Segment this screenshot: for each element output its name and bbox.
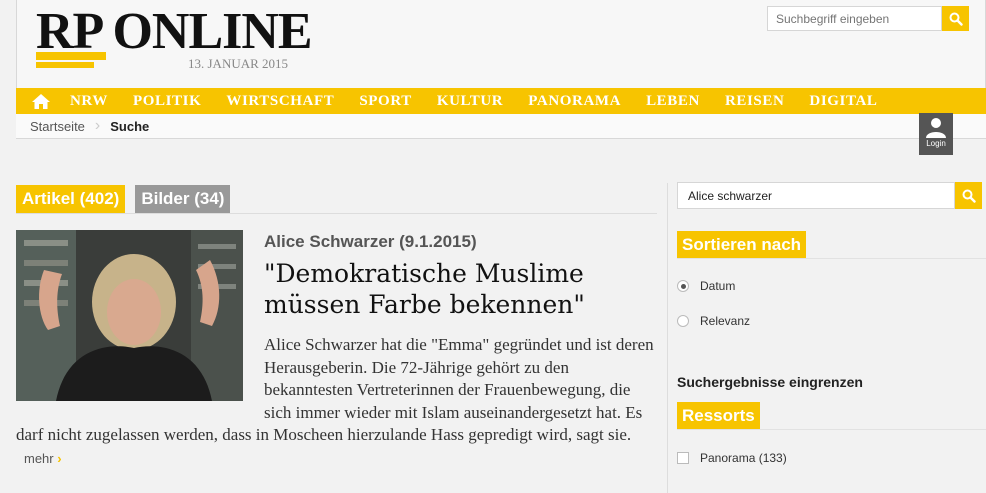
logo-accent-bar — [36, 52, 106, 60]
result-tabs: Artikel (402) Bilder (34) — [16, 185, 240, 213]
nav-item-kultur[interactable]: KULTUR — [437, 93, 503, 110]
sort-option-relevanz[interactable]: Relevanz — [677, 314, 750, 328]
ressort-option-panorama-label: Panorama (133) — [700, 451, 787, 465]
article-kicker: Alice Schwarzer (9.1.2015) — [264, 232, 477, 251]
header-date: 13. JANUAR 2015 — [188, 56, 289, 71]
article-teaser: Alice Schwarzer hat die "Emma" gegründet… — [16, 334, 656, 470]
sidebar-divider — [667, 183, 668, 493]
breadcrumb: Startseite › Suche — [16, 114, 986, 138]
header-search-button[interactable] — [942, 6, 969, 31]
article-headline[interactable]: "Demokratische Muslime müssen Farbe beke… — [264, 258, 654, 320]
login-button[interactable]: Login — [919, 113, 953, 155]
breadcrumb-separator-icon: › — [94, 117, 101, 134]
breadcrumb-startseite[interactable]: Startseite — [16, 119, 85, 134]
ressort-option-panorama[interactable]: Panorama (133) — [677, 451, 787, 465]
rp-online-logo[interactable]: RP ONLINE 13. JANUAR 2015 — [36, 4, 316, 71]
tabs-divider — [16, 213, 657, 214]
search-icon — [962, 189, 976, 203]
header-search-input[interactable] — [767, 6, 942, 31]
more-link[interactable]: mehr › — [24, 451, 62, 466]
ressorts-heading-rule — [677, 429, 986, 430]
logo-accent-bar-2 — [36, 62, 94, 68]
nav-item-sport[interactable]: SPORT — [359, 93, 411, 110]
sort-heading-rule — [677, 258, 986, 259]
sidebar-search — [677, 182, 982, 209]
nav-item-digital[interactable]: DIGITAL — [809, 93, 877, 110]
nav-item-politik[interactable]: POLITIK — [133, 93, 201, 110]
nav-item-reisen[interactable]: REISEN — [725, 93, 784, 110]
header-search — [767, 6, 969, 31]
checkbox-panorama[interactable] — [677, 452, 689, 464]
radio-selected-dot — [680, 283, 686, 289]
nav-item-nrw[interactable]: NRW — [70, 93, 108, 110]
sort-option-relevanz-label: Relevanz — [700, 314, 751, 328]
sidebar-search-button[interactable] — [955, 182, 982, 209]
nav-item-leben[interactable]: LEBEN — [646, 93, 700, 110]
search-icon — [949, 12, 963, 26]
tab-artikel[interactable]: Artikel (402) — [16, 185, 126, 213]
sort-option-datum-label: Datum — [700, 279, 736, 293]
radio-relevanz[interactable] — [677, 315, 689, 327]
breadcrumb-suche: Suche — [110, 118, 150, 134]
sort-option-datum[interactable]: Datum — [677, 279, 735, 293]
nav-item-wirtschaft[interactable]: WIRTSCHAFT — [226, 93, 334, 110]
more-link-label: mehr — [24, 450, 54, 466]
nav-item-panorama[interactable]: PANORAMA — [528, 93, 621, 110]
radio-datum[interactable] — [677, 280, 689, 292]
main-nav: NRW POLITIK WIRTSCHAFT SPORT KULTUR PANO… — [16, 88, 986, 114]
tab-bilder[interactable]: Bilder (34) — [135, 185, 231, 213]
filter-heading: Suchergebnisse eingrenzen — [677, 374, 863, 390]
login-label: Login — [926, 139, 946, 148]
user-icon — [926, 118, 946, 138]
sidebar-search-input[interactable] — [677, 182, 955, 209]
sort-heading: Sortieren nach — [677, 231, 807, 258]
chevron-right-icon: › — [57, 450, 62, 466]
teaser-image-spacer — [16, 334, 264, 404]
nav-home[interactable] — [32, 93, 50, 109]
home-icon — [32, 93, 50, 109]
ressorts-heading: Ressorts — [677, 402, 760, 429]
